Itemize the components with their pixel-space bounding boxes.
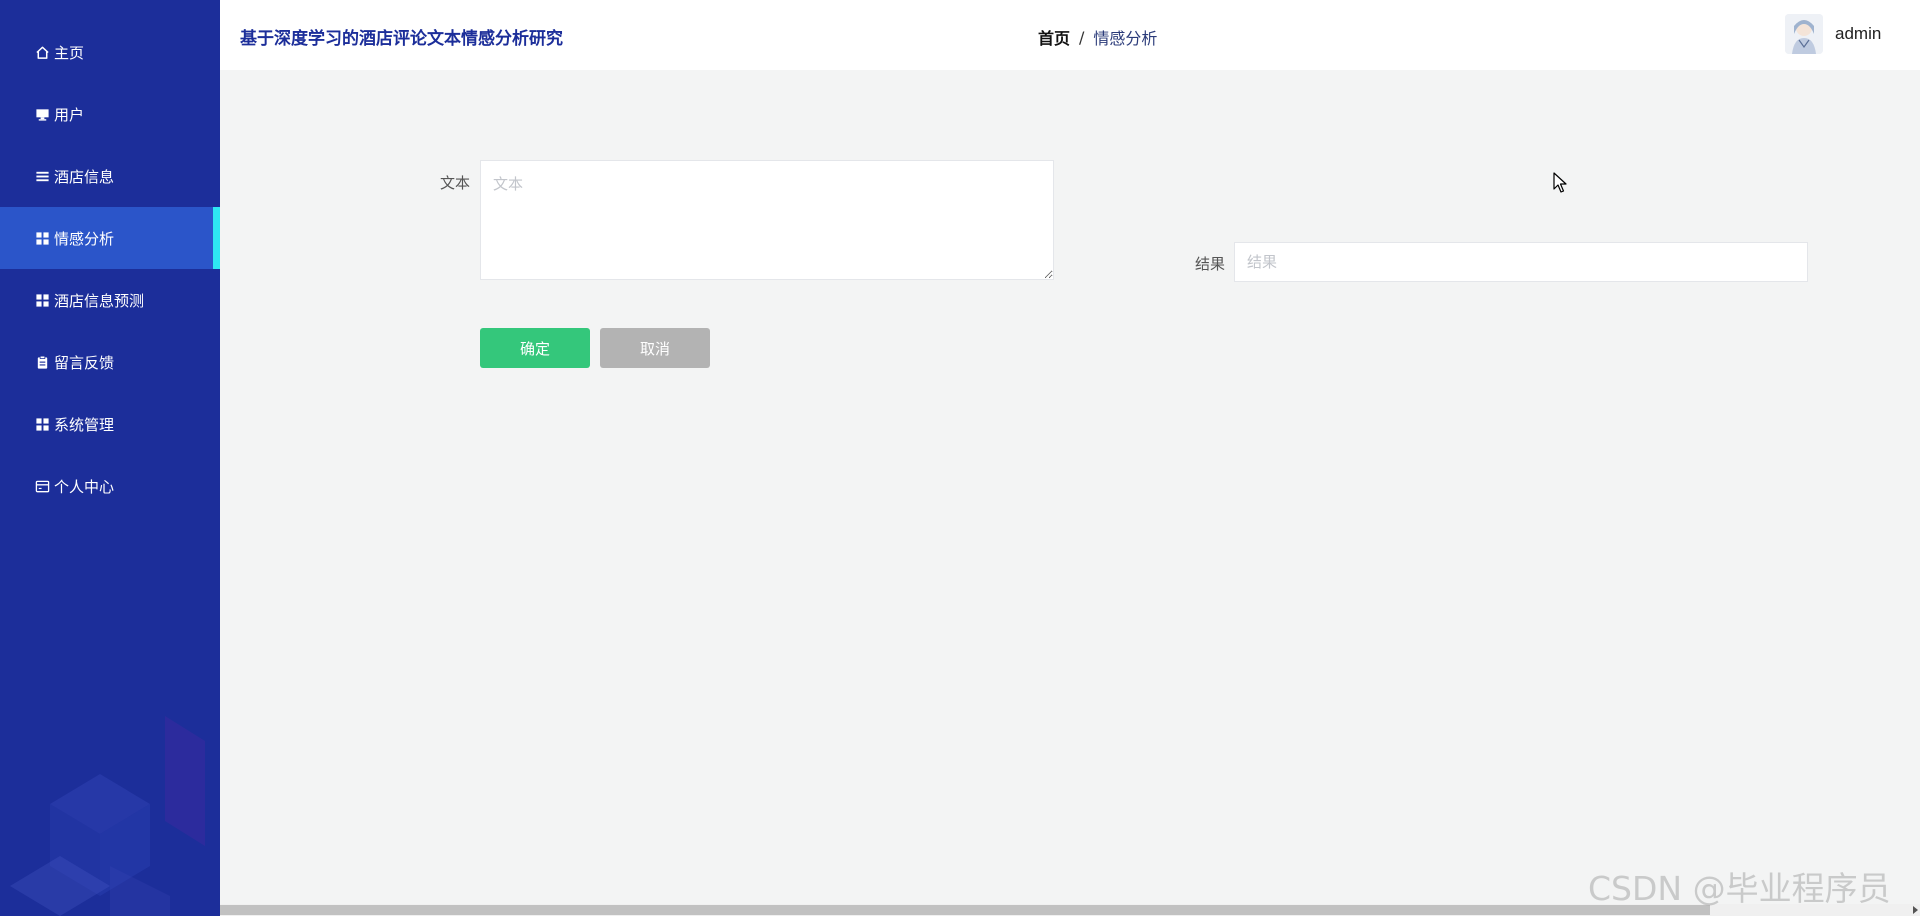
sidebar-item-profile[interactable]: 个人中心 [0,455,220,517]
sidebar-menu: 主页 用户 酒店信息 情感分析 酒店信息预测 留言反馈 系统管理 个人中心 [0,21,220,517]
username: admin [1835,24,1882,43]
grid-icon [34,230,50,246]
sidebar-item-hotel-prediction[interactable]: 酒店信息预测 [0,269,220,331]
text-input[interactable] [480,160,1054,280]
clipboard-icon [34,354,50,370]
sidebar-item-label: 酒店信息 [54,167,115,186]
text-label: 文本 [440,174,471,192]
avatar[interactable] [1785,14,1823,54]
breadcrumb-home[interactable]: 首页 [1038,25,1070,49]
cancel-button[interactable]: 取消 [600,328,710,368]
sidebar-item-system-management[interactable]: 系统管理 [0,393,220,455]
grid-icon [34,416,50,432]
breadcrumb: 首页 / 情感分析 [1038,25,1157,49]
breadcrumb-current: 情感分析 [1093,29,1158,48]
grid-icon [34,292,50,308]
sidebar-item-label: 系统管理 [54,415,115,434]
sidebar-decoration [10,716,205,916]
mouse-cursor-icon [1553,172,1567,193]
result-input[interactable] [1234,242,1808,282]
sidebar-item-label: 个人中心 [54,477,115,496]
sidebar-item-label: 酒店信息预测 [54,291,145,310]
list-icon [34,168,50,184]
user-menu[interactable]: admin [1785,14,1881,54]
site-title: 基于深度学习的酒店评论文本情感分析研究 [240,29,563,49]
sidebar-item-feedback[interactable]: 留言反馈 [0,331,220,393]
confirm-button[interactable]: 确定 [480,328,590,368]
top-header: 基于深度学习的酒店评论文本情感分析研究 首页 / 情感分析 admin [220,0,1920,70]
sidebar-item-hotel-info[interactable]: 酒店信息 [0,145,220,207]
card-icon [34,478,50,494]
scroll-right-arrow-icon[interactable] [1913,906,1918,914]
sidebar-item-home[interactable]: 主页 [0,21,220,83]
sidebar-item-label: 情感分析 [54,229,115,248]
monitor-icon [34,106,50,122]
sidebar-item-label: 用户 [54,105,85,124]
breadcrumb-separator: / [1079,27,1085,47]
home-icon [34,44,50,60]
result-label: 结果 [1195,255,1226,273]
sidebar: 主页 用户 酒店信息 情感分析 酒店信息预测 留言反馈 系统管理 个人中心 [0,0,220,916]
scrollbar-thumb[interactable] [220,905,1710,915]
sidebar-item-users[interactable]: 用户 [0,83,220,145]
watermark: CSDN @毕业程序员 [1588,869,1891,908]
sidebar-item-sentiment-analysis[interactable]: 情感分析 [0,207,220,269]
sidebar-item-label: 主页 [54,43,85,62]
sidebar-item-label: 留言反馈 [54,353,115,372]
